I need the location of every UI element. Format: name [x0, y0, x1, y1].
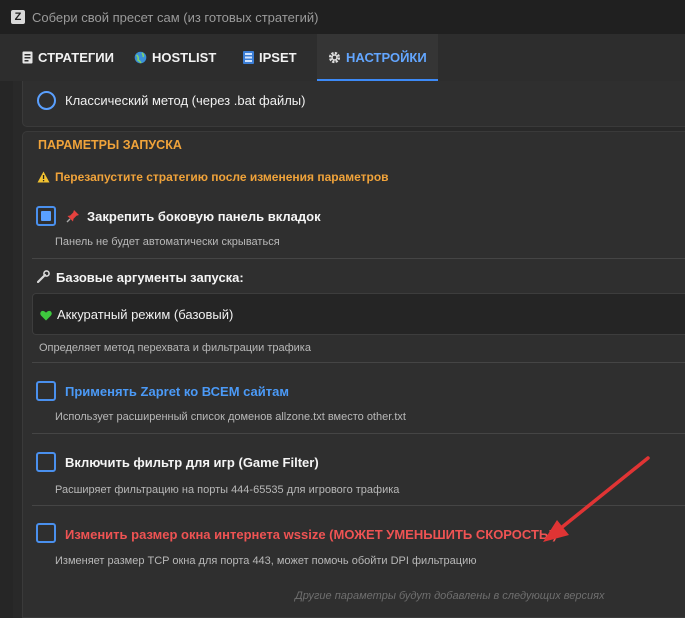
restart-warning: Перезапустите стратегию после изменения … — [55, 170, 389, 184]
launch-params-card — [22, 131, 685, 618]
tab-label: СТРАТЕГИИ — [38, 50, 114, 65]
game-filter-checkbox[interactable] — [36, 452, 56, 472]
divider — [32, 433, 685, 434]
tab-settings[interactable]: НАСТРОЙКИ — [317, 34, 438, 81]
tab-ipset[interactable]: IPSET — [243, 34, 305, 81]
divider — [32, 258, 685, 259]
gear-icon — [328, 51, 341, 64]
green-heart-icon — [40, 308, 52, 326]
game-filter-description: Расширяет фильтрацию на порты 444-65535 … — [55, 484, 400, 496]
wssize-checkbox[interactable] — [36, 523, 56, 543]
method-label[interactable]: Классический метод (через .bat файлы) — [65, 93, 305, 108]
divider — [32, 362, 685, 363]
tab-label: НАСТРОЙКИ — [346, 50, 427, 65]
wssize-label[interactable]: Изменить размер окна интернета wssize (М… — [65, 527, 557, 542]
apply-all-checkbox[interactable] — [36, 381, 56, 401]
section-title: ПАРАМЕТРЫ ЗАПУСКА — [38, 138, 182, 152]
tab-hostlist[interactable]: HOSTLIST — [134, 34, 226, 81]
apply-all-label[interactable]: Применять Zapret ко ВСЕМ сайтам — [65, 384, 289, 399]
apply-all-description: Использует расширенный список доменов al… — [55, 411, 406, 423]
document-icon — [22, 51, 33, 64]
base-args-selected-value[interactable]: Аккуратный режим (базовый) — [57, 307, 233, 322]
tab-label: IPSET — [259, 50, 297, 65]
globe-icon — [134, 51, 147, 64]
pin-sidebar-description: Панель не будет автоматически скрываться — [55, 236, 280, 248]
pin-sidebar-label[interactable]: Закрепить боковую панель вкладок — [87, 209, 321, 224]
pin-icon — [66, 209, 80, 228]
title-bar: Z Собери свой пресет сам (из готовых стр… — [0, 0, 685, 34]
tab-bar: СТРАТЕГИИ HOSTLIST IPSET НАСТРОЙКИ — [0, 34, 685, 81]
wrench-icon — [36, 270, 50, 288]
method-radio[interactable] — [37, 91, 56, 110]
wssize-description: Изменяет размер TCP окна для порта 443, … — [55, 555, 477, 567]
base-args-description: Определяет метод перехвата и фильтрации … — [39, 342, 311, 354]
server-icon — [243, 51, 254, 64]
divider — [32, 505, 685, 506]
tab-label: HOSTLIST — [152, 50, 217, 65]
tab-strategies[interactable]: СТРАТЕГИИ — [22, 34, 114, 81]
game-filter-label[interactable]: Включить фильтр для игр (Game Filter) — [65, 455, 319, 470]
warning-icon — [37, 170, 50, 188]
app-logo-icon: Z — [11, 10, 25, 24]
sidebar-rail — [0, 81, 13, 618]
pin-sidebar-checkbox[interactable] — [36, 206, 56, 226]
footnote: Другие параметры будут добавлены в следу… — [295, 590, 605, 602]
base-args-label: Базовые аргументы запуска: — [56, 270, 244, 285]
window-title: Собери свой пресет сам (из готовых страт… — [32, 9, 319, 25]
